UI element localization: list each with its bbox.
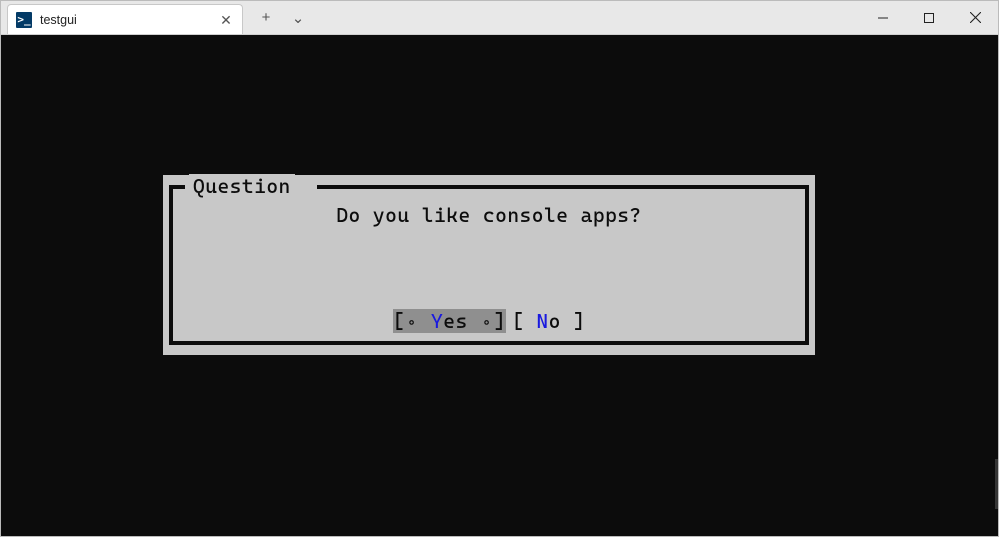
tab-strip-controls: + ⌄ [243, 1, 307, 34]
tab-dropdown-button[interactable]: ⌄ [289, 1, 307, 34]
dialog-message: Do you like console apps? [163, 203, 815, 227]
close-tab-button[interactable]: ✕ [218, 12, 234, 28]
tab-strip: >_ testgui ✕ + ⌄ [1, 1, 307, 34]
new-tab-button[interactable]: + [257, 1, 275, 34]
tab-testgui[interactable]: >_ testgui ✕ [7, 4, 243, 34]
window-titlebar: >_ testgui ✕ + ⌄ [1, 1, 998, 35]
window-controls [860, 1, 998, 34]
powershell-icon: >_ [16, 12, 32, 28]
minimize-button[interactable] [860, 1, 906, 34]
scrollbar-thumb[interactable] [995, 459, 998, 509]
no-button[interactable]: [ No ] [512, 309, 585, 333]
dialog-buttons: [◦ Yes ◦] [ No ] [163, 309, 815, 333]
terminal-viewport[interactable]: Question Do you like console apps? [◦ Ye… [1, 35, 998, 536]
tab-title: testgui [40, 13, 210, 27]
yes-button[interactable]: [◦ Yes ◦] [393, 309, 506, 333]
maximize-button[interactable] [906, 1, 952, 34]
close-window-button[interactable] [952, 1, 998, 34]
dialog-title: Question [189, 174, 295, 198]
question-dialog: Question Do you like console apps? [◦ Ye… [163, 175, 815, 355]
